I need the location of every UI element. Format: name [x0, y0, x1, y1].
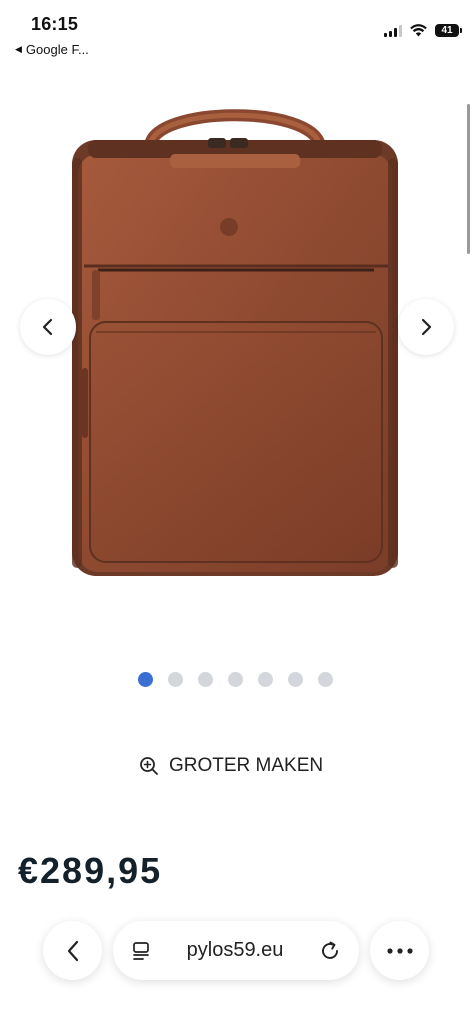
zoom-in-icon [140, 757, 158, 775]
more-options-button[interactable] [370, 921, 429, 980]
battery-level: 41 [441, 25, 453, 36]
address-bar[interactable]: pylos59.eu [113, 921, 359, 980]
carousel-dot[interactable] [258, 672, 273, 687]
browser-back-button[interactable] [43, 921, 102, 980]
status-time: 16:15 [31, 14, 79, 34]
more-dots-icon [386, 947, 413, 954]
wifi-icon [410, 24, 427, 37]
chevron-left-icon [67, 940, 78, 961]
back-app-label: Google F... [25, 42, 89, 57]
cellular-signal-icon [384, 24, 402, 37]
battery-icon: 41 [435, 24, 462, 37]
carousel-dot[interactable] [318, 672, 333, 687]
carousel-dot[interactable] [138, 672, 153, 687]
reload-icon[interactable] [319, 940, 341, 962]
carousel-dot[interactable] [228, 672, 243, 687]
page-menu-icon[interactable] [131, 941, 151, 961]
carousel-dot[interactable] [198, 672, 213, 687]
carousel-next-button[interactable] [398, 299, 454, 355]
status-icons: 41 [384, 24, 462, 37]
zoom-button[interactable]: GROTER MAKEN [139, 755, 323, 777]
carousel-dot[interactable] [288, 672, 303, 687]
chevron-right-icon [421, 318, 432, 336]
carousel-prev-button[interactable] [20, 299, 76, 355]
back-to-app-link[interactable]: ◀ Google F... [15, 42, 89, 57]
product-price: €289,95 [18, 850, 163, 891]
carousel-dot[interactable] [168, 672, 183, 687]
carousel-pagination [138, 672, 333, 687]
zoom-label: GROTER MAKEN [169, 755, 324, 776]
backpack-image [72, 109, 398, 576]
scrollbar[interactable] [467, 104, 470, 254]
url-text: pylos59.eu [186, 939, 284, 961]
back-triangle-icon: ◀ [15, 44, 22, 54]
chevron-left-icon [42, 318, 53, 336]
